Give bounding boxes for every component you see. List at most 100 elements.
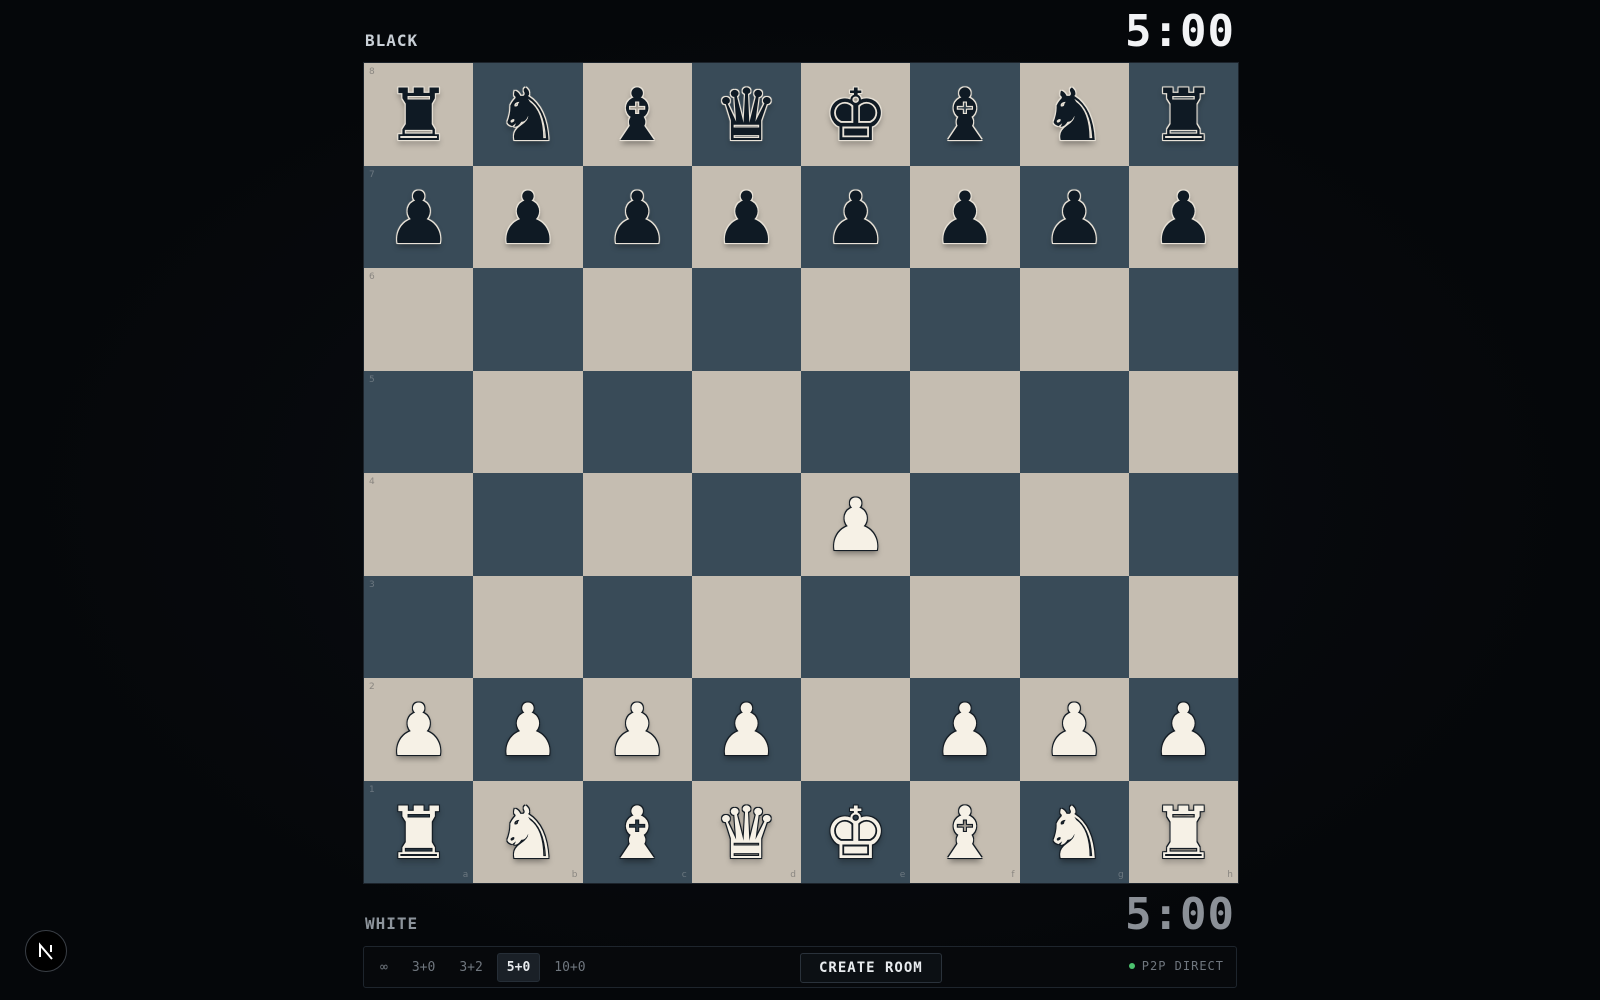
white-bishop-icon[interactable]: ♝ bbox=[933, 797, 998, 869]
square-h3[interactable] bbox=[1128, 575, 1238, 678]
white-knight-icon[interactable]: ♞ bbox=[496, 797, 561, 869]
square-c8[interactable]: ♝ bbox=[582, 63, 692, 166]
white-pawn-icon[interactable]: ♟ bbox=[714, 694, 779, 766]
square-a4[interactable]: 4 bbox=[364, 473, 474, 576]
white-knight-icon[interactable]: ♞ bbox=[1042, 797, 1107, 869]
square-d5[interactable] bbox=[691, 370, 801, 473]
chess-board[interactable]: 8 ♜ ♞ ♝ ♛ ♚ ♝ ♞ ♜ 7 ♟ ♟ ♟ ♟ ♟ ♟ ♟ ♟ 6 5 4 ♟ 3 2 ♟ ♟ ♟ ♟ ♟ ♟ ♟ 1 a ♜ b ♞ c ♝ d ♛… bbox=[363, 62, 1239, 884]
square-d4[interactable] bbox=[691, 473, 801, 576]
square-g3[interactable] bbox=[1019, 575, 1129, 678]
white-pawn-icon[interactable]: ♟ bbox=[496, 694, 561, 766]
square-d3[interactable] bbox=[691, 575, 801, 678]
black-knight-icon[interactable]: ♞ bbox=[1042, 79, 1107, 151]
square-d1[interactable]: d ♛ bbox=[691, 780, 801, 883]
square-f2[interactable]: ♟ bbox=[910, 678, 1020, 781]
white-pawn-icon[interactable]: ♟ bbox=[605, 694, 670, 766]
square-e6[interactable] bbox=[801, 268, 911, 371]
black-pawn-icon[interactable]: ♟ bbox=[496, 182, 561, 254]
time-control-option[interactable]: 5+0 bbox=[496, 952, 541, 982]
square-e1[interactable]: e ♚ bbox=[801, 780, 911, 883]
square-a1[interactable]: 1 a ♜ bbox=[364, 780, 474, 883]
black-pawn-icon[interactable]: ♟ bbox=[933, 182, 998, 254]
square-g6[interactable] bbox=[1019, 268, 1129, 371]
white-queen-icon[interactable]: ♛ bbox=[714, 797, 779, 869]
square-e5[interactable] bbox=[801, 370, 911, 473]
square-d2[interactable]: ♟ bbox=[691, 678, 801, 781]
black-queen-icon[interactable]: ♛ bbox=[714, 79, 779, 151]
square-f5[interactable] bbox=[910, 370, 1020, 473]
black-pawn-icon[interactable]: ♟ bbox=[714, 182, 779, 254]
square-a3[interactable]: 3 bbox=[364, 575, 474, 678]
square-h5[interactable] bbox=[1128, 370, 1238, 473]
time-control-option[interactable]: ∞ bbox=[370, 953, 398, 982]
white-rook-icon[interactable]: ♜ bbox=[386, 797, 451, 869]
time-control-option[interactable]: 3+0 bbox=[402, 953, 445, 982]
square-f6[interactable] bbox=[910, 268, 1020, 371]
nextjs-logo-icon[interactable] bbox=[25, 930, 67, 972]
square-d6[interactable] bbox=[691, 268, 801, 371]
square-b5[interactable] bbox=[473, 370, 583, 473]
square-e7[interactable]: ♟ bbox=[801, 165, 911, 268]
square-c5[interactable] bbox=[582, 370, 692, 473]
square-b4[interactable] bbox=[473, 473, 583, 576]
square-h8[interactable]: ♜ bbox=[1128, 63, 1238, 166]
black-bishop-icon[interactable]: ♝ bbox=[605, 79, 670, 151]
square-e4[interactable]: ♟ bbox=[801, 473, 911, 576]
square-a5[interactable]: 5 bbox=[364, 370, 474, 473]
square-g7[interactable]: ♟ bbox=[1019, 165, 1129, 268]
square-d8[interactable]: ♛ bbox=[691, 63, 801, 166]
square-b1[interactable]: b ♞ bbox=[473, 780, 583, 883]
square-c1[interactable]: c ♝ bbox=[582, 780, 692, 883]
square-g5[interactable] bbox=[1019, 370, 1129, 473]
white-pawn-icon[interactable]: ♟ bbox=[933, 694, 998, 766]
square-h4[interactable] bbox=[1128, 473, 1238, 576]
square-g1[interactable]: g ♞ bbox=[1019, 780, 1129, 883]
square-c3[interactable] bbox=[582, 575, 692, 678]
square-a2[interactable]: 2 ♟ bbox=[364, 678, 474, 781]
time-control-option[interactable]: 10+0 bbox=[544, 953, 595, 982]
black-pawn-icon[interactable]: ♟ bbox=[605, 182, 670, 254]
black-pawn-icon[interactable]: ♟ bbox=[1151, 182, 1216, 254]
square-e8[interactable]: ♚ bbox=[801, 63, 911, 166]
square-b3[interactable] bbox=[473, 575, 583, 678]
white-pawn-icon[interactable]: ♟ bbox=[823, 489, 888, 561]
square-g8[interactable]: ♞ bbox=[1019, 63, 1129, 166]
square-c6[interactable] bbox=[582, 268, 692, 371]
black-pawn-icon[interactable]: ♟ bbox=[386, 182, 451, 254]
square-a7[interactable]: 7 ♟ bbox=[364, 165, 474, 268]
square-f7[interactable]: ♟ bbox=[910, 165, 1020, 268]
square-g2[interactable]: ♟ bbox=[1019, 678, 1129, 781]
square-e2[interactable] bbox=[801, 678, 911, 781]
black-rook-icon[interactable]: ♜ bbox=[386, 79, 451, 151]
square-e3[interactable] bbox=[801, 575, 911, 678]
square-h1[interactable]: h ♜ bbox=[1128, 780, 1238, 883]
black-pawn-icon[interactable]: ♟ bbox=[1042, 182, 1107, 254]
square-a6[interactable]: 6 bbox=[364, 268, 474, 371]
square-b8[interactable]: ♞ bbox=[473, 63, 583, 166]
black-king-icon[interactable]: ♚ bbox=[823, 79, 888, 151]
square-b7[interactable]: ♟ bbox=[473, 165, 583, 268]
square-g4[interactable] bbox=[1019, 473, 1129, 576]
white-bishop-icon[interactable]: ♝ bbox=[605, 797, 670, 869]
white-pawn-icon[interactable]: ♟ bbox=[386, 694, 451, 766]
square-d7[interactable]: ♟ bbox=[691, 165, 801, 268]
white-pawn-icon[interactable]: ♟ bbox=[1042, 694, 1107, 766]
square-c7[interactable]: ♟ bbox=[582, 165, 692, 268]
square-a8[interactable]: 8 ♜ bbox=[364, 63, 474, 166]
square-h7[interactable]: ♟ bbox=[1128, 165, 1238, 268]
square-f1[interactable]: f ♝ bbox=[910, 780, 1020, 883]
white-rook-icon[interactable]: ♜ bbox=[1151, 797, 1216, 869]
square-f4[interactable] bbox=[910, 473, 1020, 576]
square-f3[interactable] bbox=[910, 575, 1020, 678]
square-h6[interactable] bbox=[1128, 268, 1238, 371]
square-c4[interactable] bbox=[582, 473, 692, 576]
square-b6[interactable] bbox=[473, 268, 583, 371]
create-room-button[interactable]: CREATE ROOM bbox=[800, 953, 942, 983]
square-h2[interactable]: ♟ bbox=[1128, 678, 1238, 781]
square-c2[interactable]: ♟ bbox=[582, 678, 692, 781]
black-rook-icon[interactable]: ♜ bbox=[1151, 79, 1216, 151]
black-knight-icon[interactable]: ♞ bbox=[496, 79, 561, 151]
black-pawn-icon[interactable]: ♟ bbox=[823, 182, 888, 254]
black-bishop-icon[interactable]: ♝ bbox=[933, 79, 998, 151]
white-king-icon[interactable]: ♚ bbox=[823, 797, 888, 869]
